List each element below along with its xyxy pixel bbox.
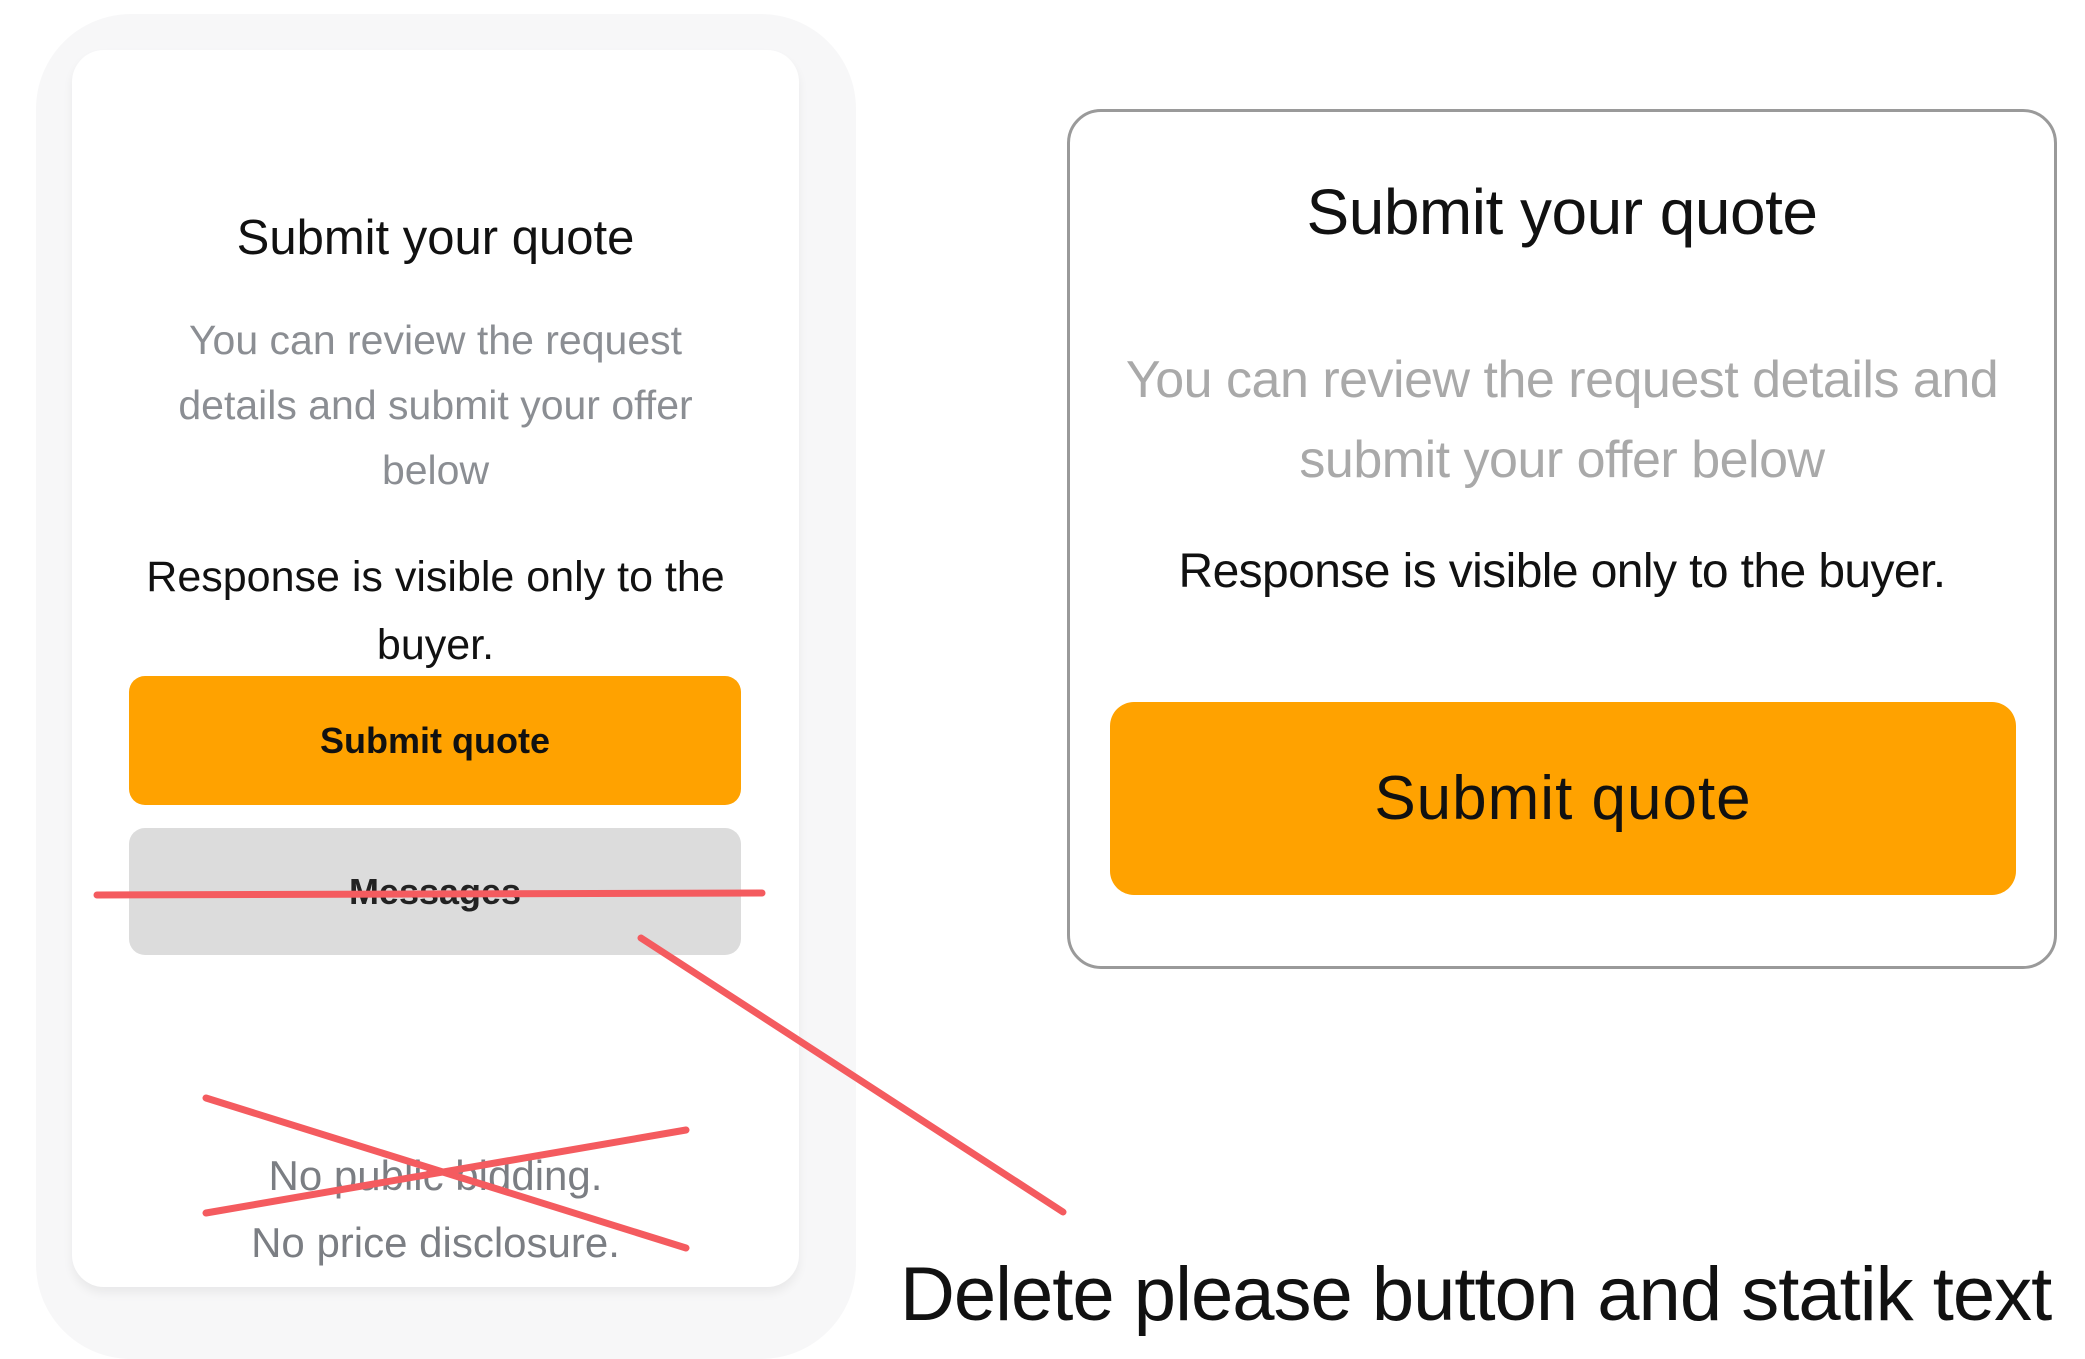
original-card-description: You can review the request details and s… (178, 317, 693, 493)
redesigned-card-title: Submit your quote (1306, 176, 1818, 248)
redesigned-visibility-note: Response is visible only to the buyer. (1178, 545, 1947, 598)
original-submit-quote-button[interactable]: Submit quote (129, 676, 741, 805)
original-submit-quote-label: Submit quote (320, 719, 550, 761)
redesigned-card-description: You can review the request details and s… (1125, 351, 1999, 489)
redesigned-submit-quote-label: Submit quote (1374, 764, 1752, 833)
messages-button-label: Messages (348, 870, 522, 912)
messages-button[interactable]: Messages (129, 828, 741, 955)
original-quote-card: Submit your quote You can review the req… (72, 50, 799, 1287)
annotation-note: Delete please button and statik text (900, 1252, 2052, 1337)
original-card-title: Submit your quote (236, 211, 635, 265)
original-visibility-note: Response is visible only to the buyer. (146, 553, 725, 669)
static-text-line2: No price disclosure. (251, 1219, 620, 1266)
static-disclaimer-text: No public bidding. No price disclosure. (152, 1142, 719, 1276)
static-text-line1: No public bidding. (268, 1152, 603, 1199)
redesigned-quote-card: Submit your quote You can review the req… (1067, 109, 2057, 969)
redesigned-submit-quote-button[interactable]: Submit quote (1110, 702, 2016, 895)
